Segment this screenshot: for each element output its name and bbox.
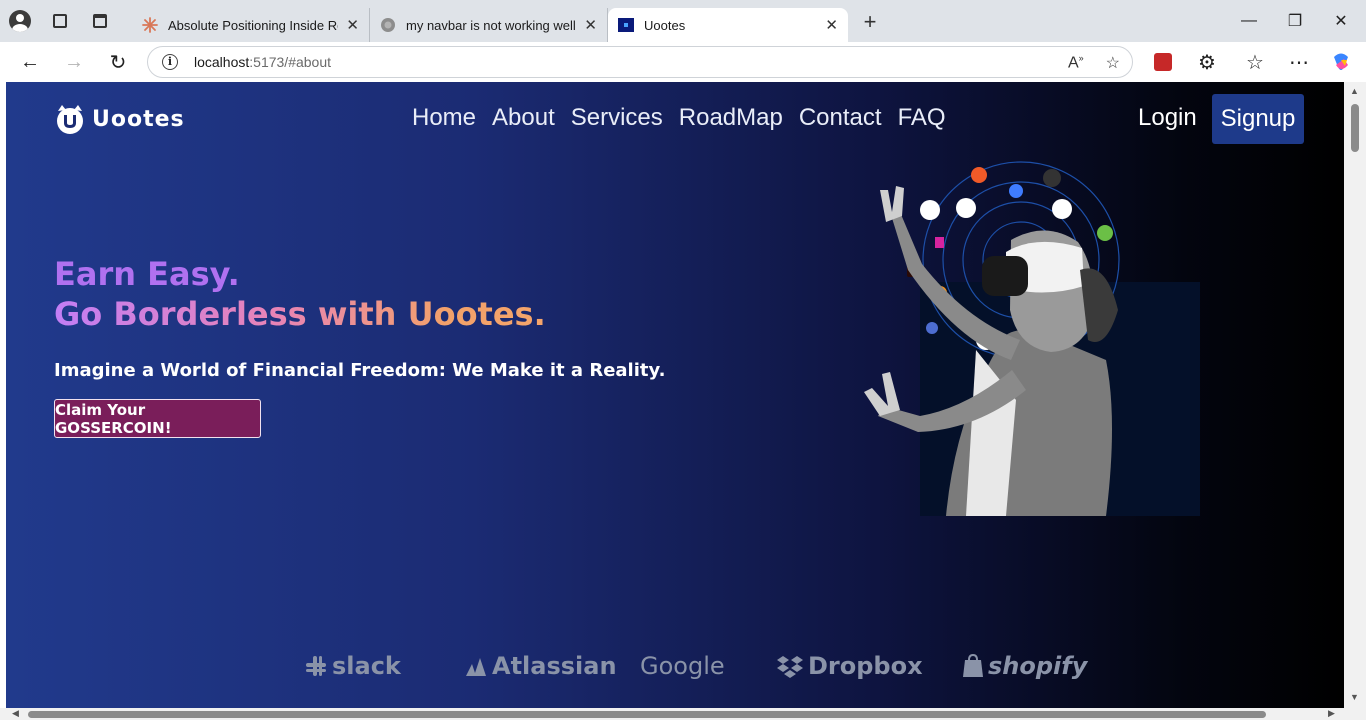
close-tab-icon[interactable]: ✕	[825, 16, 838, 34]
favorites-icon: ☆	[1246, 51, 1264, 74]
vertical-scrollbar[interactable]: ▲ ▼	[1344, 82, 1366, 708]
tab-actions-icon	[93, 14, 107, 28]
tab-title: Absolute Positioning Inside Relati	[168, 17, 338, 33]
scroll-right-icon[interactable]: ▶	[1328, 708, 1335, 719]
address-bar[interactable]: i localhost:5173/#about A» ☆	[147, 46, 1133, 78]
tab-navbar-question[interactable]: my navbar is not working well on ✕	[370, 8, 608, 42]
close-tab-icon[interactable]: ✕	[346, 16, 359, 34]
coin-icon	[926, 322, 938, 334]
login-link[interactable]: Login	[1138, 104, 1197, 132]
brand-icon	[1052, 199, 1072, 219]
headline-line-1: Earn Easy.	[54, 255, 240, 293]
reload-button[interactable]: ↻	[102, 46, 134, 78]
partner-slack: slack	[304, 652, 401, 680]
extension-icon	[1154, 53, 1172, 71]
vertical-scroll-thumb[interactable]	[1351, 104, 1359, 152]
more-menu-button[interactable]: ⋯	[1283, 46, 1315, 78]
nav-home[interactable]: Home	[412, 104, 476, 132]
partner-name: slack	[332, 652, 401, 680]
restore-button[interactable]: ❐	[1272, 0, 1318, 42]
reload-icon: ↻	[109, 51, 127, 74]
profile-icon	[9, 10, 31, 32]
url-host: localhost	[194, 54, 250, 70]
tab-title: Uootes	[644, 17, 686, 33]
partner-logos: slack Atlassian Google Dropbox shopify	[6, 642, 1344, 692]
forward-button[interactable]: →	[58, 46, 90, 78]
atlassian-icon	[466, 658, 486, 676]
puzzle-icon: ⚙	[1198, 51, 1216, 74]
main-menu: Home About Services RoadMap Contact FAQ	[412, 104, 946, 132]
nav-services[interactable]: Services	[571, 104, 663, 132]
nav-contact[interactable]: Contact	[799, 104, 882, 132]
aws-icon	[1043, 169, 1061, 187]
read-aloud-icon[interactable]: A»	[1068, 53, 1084, 73]
back-button[interactable]: ←	[14, 46, 46, 78]
partner-shopify: shopify	[962, 652, 1087, 680]
nav-about[interactable]: About	[492, 104, 555, 132]
partner-dropbox: Dropbox	[776, 652, 923, 680]
tab-absolute-positioning[interactable]: Absolute Positioning Inside Relati ✕	[132, 8, 370, 42]
ethereum-icon	[1009, 184, 1023, 198]
uootes-icon	[618, 18, 634, 32]
uootes-logo-icon	[57, 105, 83, 134]
scroll-down-icon[interactable]: ▼	[1350, 692, 1359, 702]
favorites-button[interactable]: ☆	[1239, 46, 1271, 78]
scroll-left-icon[interactable]: ◀	[12, 708, 19, 719]
horizontal-scroll-thumb[interactable]	[28, 711, 1266, 718]
diamond-icon	[956, 198, 976, 218]
partner-google: Google	[640, 652, 725, 680]
hero-subheadline: Imagine a World of Financial Freedom: We…	[54, 360, 666, 381]
node-icon	[1097, 225, 1113, 241]
tab-actions-button[interactable]	[80, 0, 120, 42]
signup-button[interactable]: Signup	[1212, 94, 1304, 144]
minimize-button[interactable]: —	[1226, 0, 1272, 42]
react-icon	[920, 200, 940, 220]
partner-name: shopify	[988, 652, 1088, 680]
profile-button[interactable]	[0, 0, 40, 42]
brand-name: Uootes	[92, 106, 185, 132]
nav-roadmap[interactable]: RoadMap	[679, 104, 783, 132]
claim-coin-button[interactable]: Claim Your GOSSERCOIN!	[54, 399, 261, 438]
workspaces-icon	[53, 14, 67, 28]
tab-uootes[interactable]: Uootes ✕	[608, 8, 848, 42]
arrow-left-icon: ←	[20, 50, 40, 73]
scroll-up-icon[interactable]: ▲	[1350, 86, 1359, 96]
slack-icon	[306, 656, 326, 676]
globe-icon	[381, 18, 395, 32]
arrow-right-icon: →	[64, 50, 84, 73]
site-logo[interactable]: Uootes	[52, 102, 185, 136]
nav-faq[interactable]: FAQ	[898, 104, 946, 132]
close-window-button[interactable]: ✕	[1318, 0, 1364, 42]
headline-line-2: Go Borderless with Uootes.	[54, 295, 546, 333]
claude-icon	[142, 17, 158, 33]
swift-icon	[971, 167, 987, 183]
partner-atlassian: Atlassian	[464, 652, 617, 680]
extension-button[interactable]	[1147, 46, 1179, 78]
site-info-icon[interactable]: i	[162, 54, 178, 70]
tab-title: my navbar is not working well on	[406, 17, 577, 33]
page-viewport: Uootes Home About Services RoadMap Conta…	[6, 82, 1344, 708]
favorite-star-icon[interactable]: ☆	[1106, 53, 1120, 73]
hero-headline: Earn Easy. Go Borderless with Uootes.	[54, 254, 546, 334]
more-dots-icon: ⋯	[1289, 51, 1309, 74]
partner-name: Dropbox	[808, 652, 923, 680]
close-tab-icon[interactable]: ✕	[584, 16, 597, 34]
dropbox-icon	[777, 656, 803, 678]
horizontal-scrollbar[interactable]: ◀ ▶	[0, 708, 1366, 720]
partner-name: Atlassian	[492, 652, 617, 680]
partner-name: Google	[640, 652, 725, 680]
workspaces-button[interactable]	[40, 0, 80, 42]
copilot-icon	[1334, 53, 1348, 70]
shopify-bag-icon	[963, 654, 983, 677]
extensions-menu-button[interactable]: ⚙	[1191, 46, 1223, 78]
figma-icon	[935, 237, 944, 248]
tab-strip: Absolute Positioning Inside Relati ✕ my …	[0, 0, 1366, 42]
copilot-button[interactable]	[1325, 46, 1357, 78]
site-navbar: Uootes Home About Services RoadMap Conta…	[6, 82, 1344, 158]
url-path: :5173/#about	[249, 54, 332, 70]
hero-vr-illustration	[864, 161, 1200, 516]
browser-toolbar: ← → ↻ i localhost:5173/#about A» ☆ ⚙ ☆ ⋯	[0, 42, 1366, 82]
new-tab-button[interactable]: +	[857, 10, 883, 36]
